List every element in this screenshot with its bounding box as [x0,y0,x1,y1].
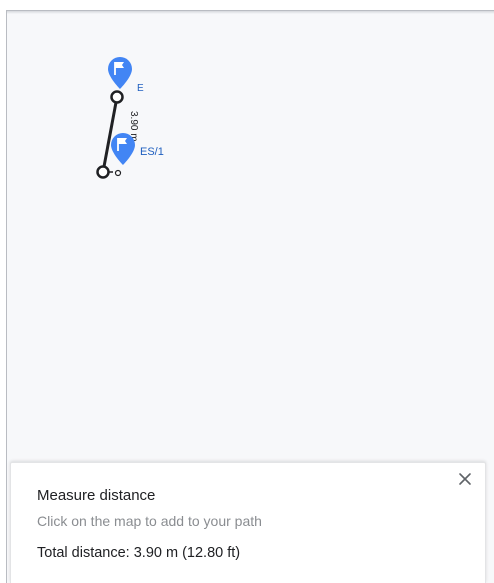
marker-label-e: E [137,83,144,94]
panel-hint: Click on the map to add to your path [37,513,262,529]
measure-distance-panel: Measure distance Click on the map to add… [10,462,486,583]
path-vertex-start[interactable] [110,90,124,104]
flag-pin-icon [111,133,135,165]
measure-path-line [101,96,119,173]
close-button[interactable] [455,469,475,489]
close-icon [459,473,471,485]
total-distance: Total distance: 3.90 m (12.80 ft) [37,545,241,561]
map-overlay: 3.90 m E ES/1 [96,57,164,179]
map-marker-e[interactable]: E [108,57,144,94]
path-vertex-small [114,169,122,177]
marker-label-es1: ES/1 [140,146,164,158]
path-vertex-end[interactable] [96,165,110,179]
panel-title: Measure distance [37,487,156,504]
flag-pin-icon [108,57,132,89]
